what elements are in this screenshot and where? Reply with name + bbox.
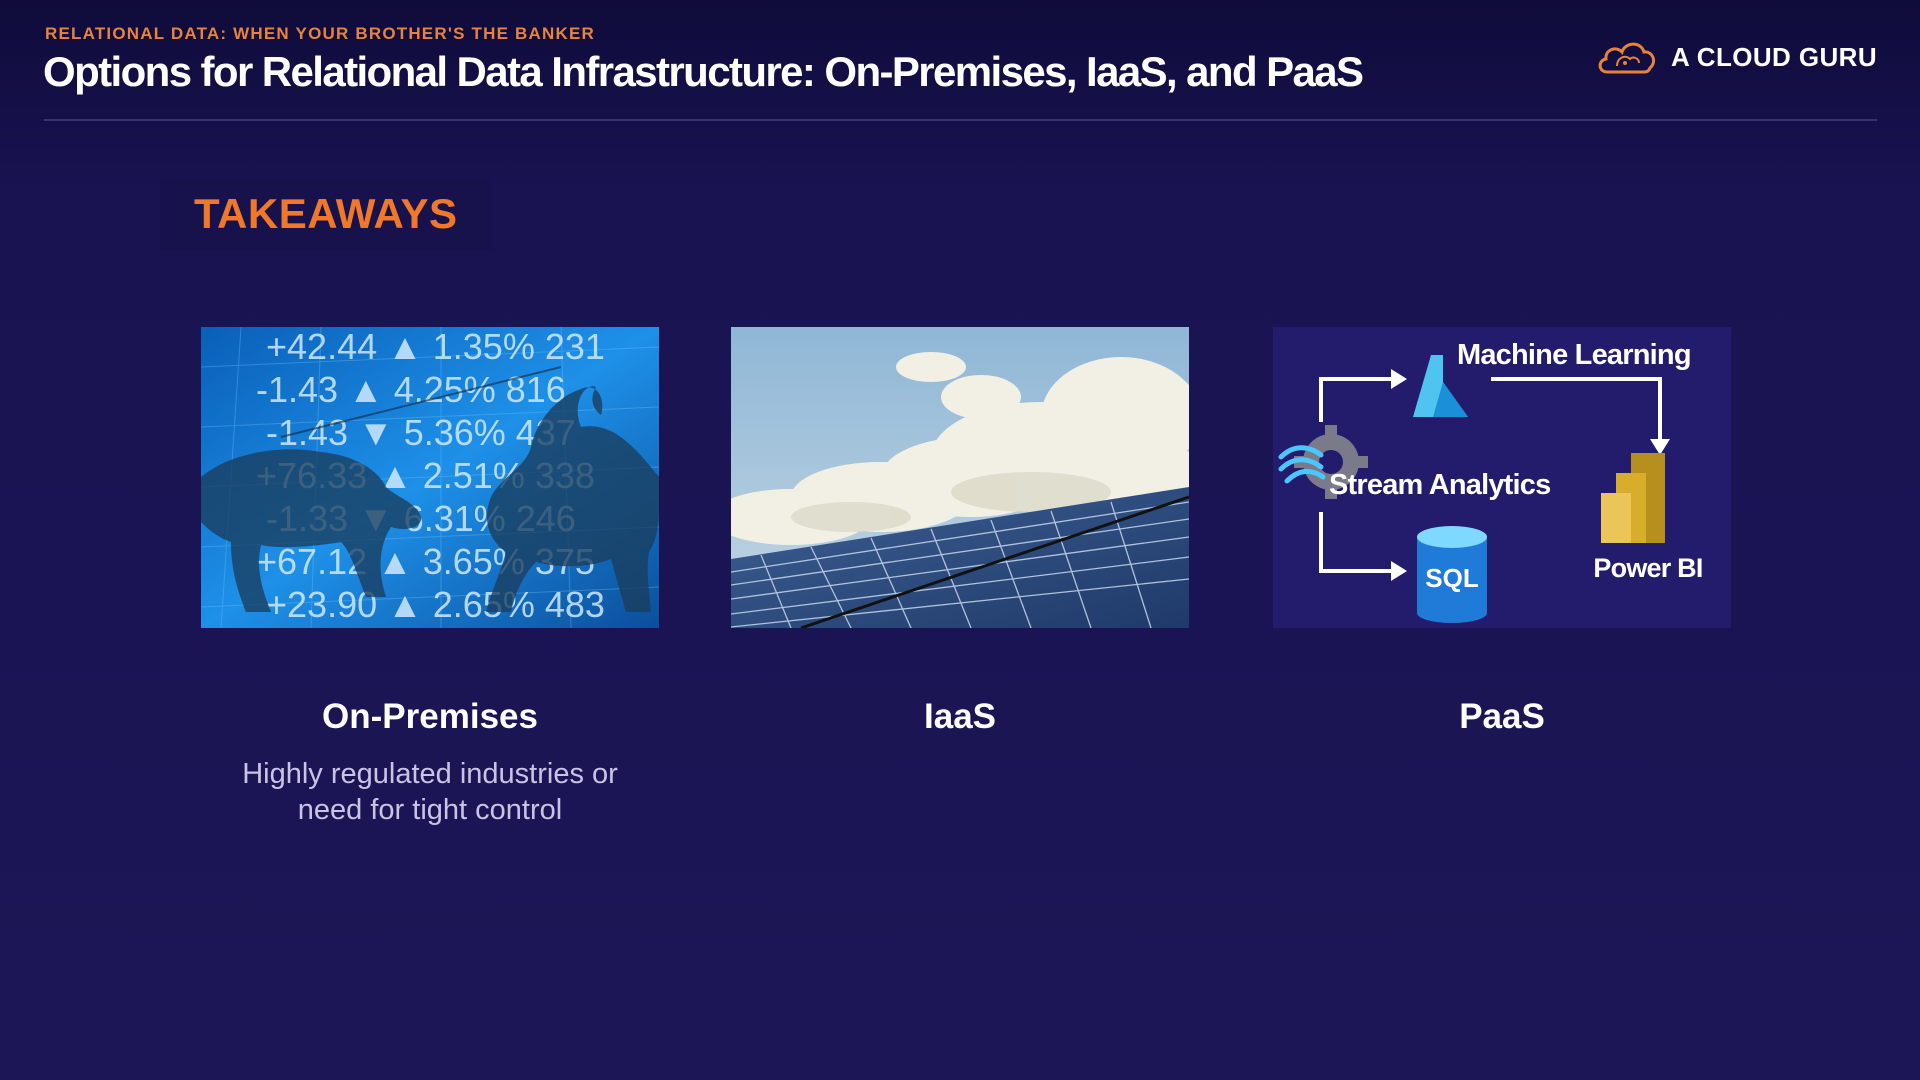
ticker-line: +42.44 ▲ 1.35% 231 xyxy=(266,327,605,367)
brand: A CLOUD GURU xyxy=(1595,36,1877,78)
cloud-icon xyxy=(1598,42,1655,74)
takeaways-heading: TAKEAWAYS xyxy=(160,178,492,250)
paas-services-diagram-image: Machine Learning Stream Analytics SQL Po… xyxy=(1273,327,1731,628)
stream-analytics-label: Stream Analytics xyxy=(1329,469,1550,501)
machine-learning-label: Machine Learning xyxy=(1457,339,1691,371)
ticker-line: -1.43 ▼ 5.36% 437 xyxy=(266,412,576,453)
slide-title: Options for Relational Data Infrastructu… xyxy=(43,48,1364,95)
title-divider xyxy=(44,119,1877,121)
card-caption-iaas: IaaS xyxy=(924,697,996,736)
stock-market-bull-bear-image: +42.44 ▲ 1.35% 231 -1.43 ▲ 4.25% 816 -1.43… xyxy=(201,327,659,628)
eyebrow-label: RELATIONAL DATA: WHEN YOUR BROTHER'S THE… xyxy=(45,24,595,43)
brand-name: A CLOUD GURU xyxy=(1670,41,1877,72)
card-caption-paas: PaaS xyxy=(1459,697,1545,736)
solar-panels-clouds-image xyxy=(731,327,1189,628)
power-bi-label: Power BI xyxy=(1593,553,1702,583)
ticker-line: +23.90 ▲ 2.65% 483 xyxy=(266,584,605,625)
sql-label: SQL xyxy=(1425,563,1479,593)
description-line: Highly regulated industries or xyxy=(242,758,618,790)
description-line: need for tight control xyxy=(297,794,563,826)
card-caption-on-premises: On-Premises xyxy=(322,697,538,736)
on-premises-description: Highly regulated industries or need for … xyxy=(201,756,659,828)
